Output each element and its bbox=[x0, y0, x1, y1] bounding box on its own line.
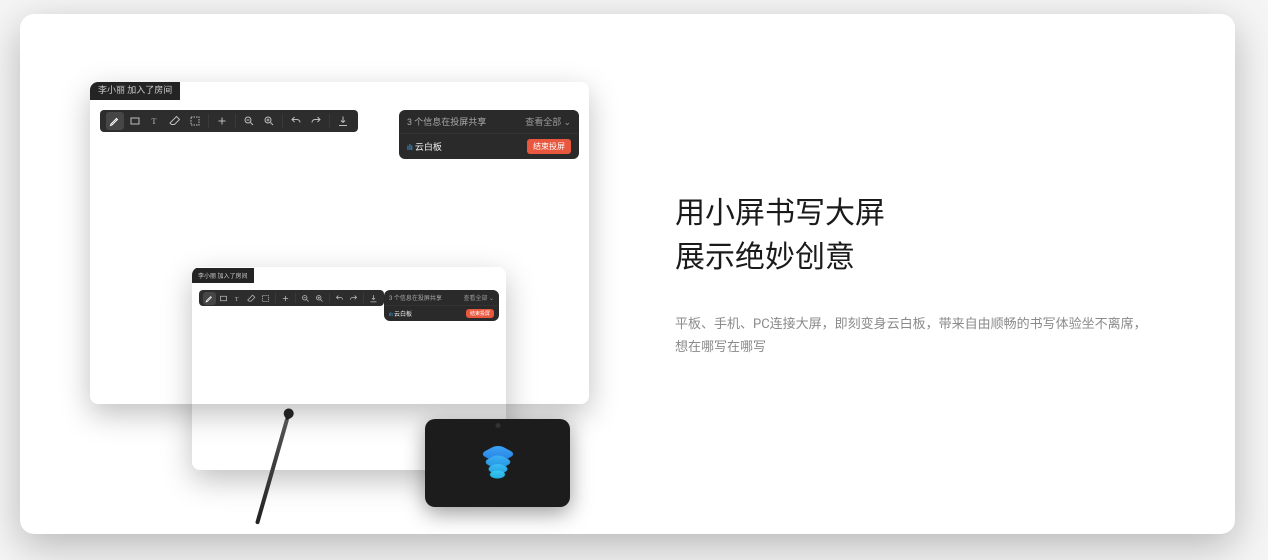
copy-block: 用小屏书写大屏 展示绝妙创意 平板、手机、PC连接大屏，即刻变身云白板，带来自由… bbox=[675, 192, 1155, 360]
plus-tool[interactable] bbox=[279, 292, 292, 305]
text-tool[interactable]: T bbox=[231, 292, 244, 305]
pen-tool[interactable] bbox=[203, 292, 216, 305]
join-toast: 李小丽 加入了房间 bbox=[192, 268, 254, 283]
whiteboard-name: 云白板 bbox=[389, 309, 412, 318]
undo-tool[interactable] bbox=[333, 292, 346, 305]
redo-tool[interactable] bbox=[307, 112, 325, 130]
download-tool[interactable] bbox=[367, 292, 380, 305]
plus-tool[interactable] bbox=[213, 112, 231, 130]
zoom-out-tool[interactable] bbox=[299, 292, 312, 305]
toolbar-separator bbox=[275, 293, 276, 303]
select-tool[interactable] bbox=[259, 292, 272, 305]
toolbar-separator bbox=[363, 293, 364, 303]
toolbar-separator bbox=[282, 114, 283, 128]
share-panel: 3 个信息在投屏共享 查看全部 ⌄ 云白板 结束投屏 bbox=[384, 290, 499, 321]
toolbar: T bbox=[100, 110, 358, 132]
toolbar-separator bbox=[295, 293, 296, 303]
toolbar: T bbox=[199, 290, 384, 306]
rect-tool[interactable] bbox=[217, 292, 230, 305]
see-all-button[interactable]: 查看全部 ⌄ bbox=[463, 293, 494, 302]
zoom-in-tool[interactable] bbox=[313, 292, 326, 305]
diamond-stack bbox=[485, 441, 511, 482]
share-status: 3 个信息在投屏共享 bbox=[389, 293, 442, 302]
toolbar-separator bbox=[235, 114, 236, 128]
end-casting-button[interactable]: 结束投屏 bbox=[527, 139, 571, 154]
toolbar-separator bbox=[329, 293, 330, 303]
rect-tool[interactable] bbox=[126, 112, 144, 130]
end-casting-button[interactable]: 结束投屏 bbox=[466, 309, 494, 318]
pen-tool[interactable] bbox=[106, 112, 124, 130]
share-status: 3 个信息在投屏共享 bbox=[407, 115, 486, 128]
phone-window bbox=[425, 419, 570, 507]
select-tool[interactable] bbox=[186, 112, 204, 130]
redo-tool[interactable] bbox=[347, 292, 360, 305]
download-tool[interactable] bbox=[334, 112, 352, 130]
join-toast: 李小丽 加入了房间 bbox=[90, 82, 180, 100]
body-text: 平板、手机、PC连接大屏，即刻变身云白板，带来自由顺畅的书写体验坐不离席，想在哪… bbox=[675, 313, 1155, 360]
svg-text:T: T bbox=[152, 117, 157, 126]
share-panel: 3 个信息在投屏共享 查看全部 ⌄ 云白板 结束投屏 bbox=[399, 110, 579, 159]
zoom-in-tool[interactable] bbox=[260, 112, 278, 130]
undo-tool[interactable] bbox=[287, 112, 305, 130]
eraser-tool[interactable] bbox=[166, 112, 184, 130]
zoom-out-tool[interactable] bbox=[240, 112, 258, 130]
eraser-tool[interactable] bbox=[245, 292, 258, 305]
toolbar-separator bbox=[208, 114, 209, 128]
see-all-button[interactable]: 查看全部 ⌄ bbox=[525, 115, 571, 128]
headline: 用小屏书写大屏 展示绝妙创意 bbox=[675, 192, 1155, 279]
text-tool[interactable]: T bbox=[146, 112, 164, 130]
whiteboard-name: 云白板 bbox=[407, 140, 442, 153]
toolbar-separator bbox=[329, 114, 330, 128]
svg-text:T: T bbox=[235, 296, 239, 302]
feature-card: T 3 个信息在投屏共享 查看全部 ⌄ 云白板 结束投屏 THE WORKOS … bbox=[20, 14, 1235, 534]
